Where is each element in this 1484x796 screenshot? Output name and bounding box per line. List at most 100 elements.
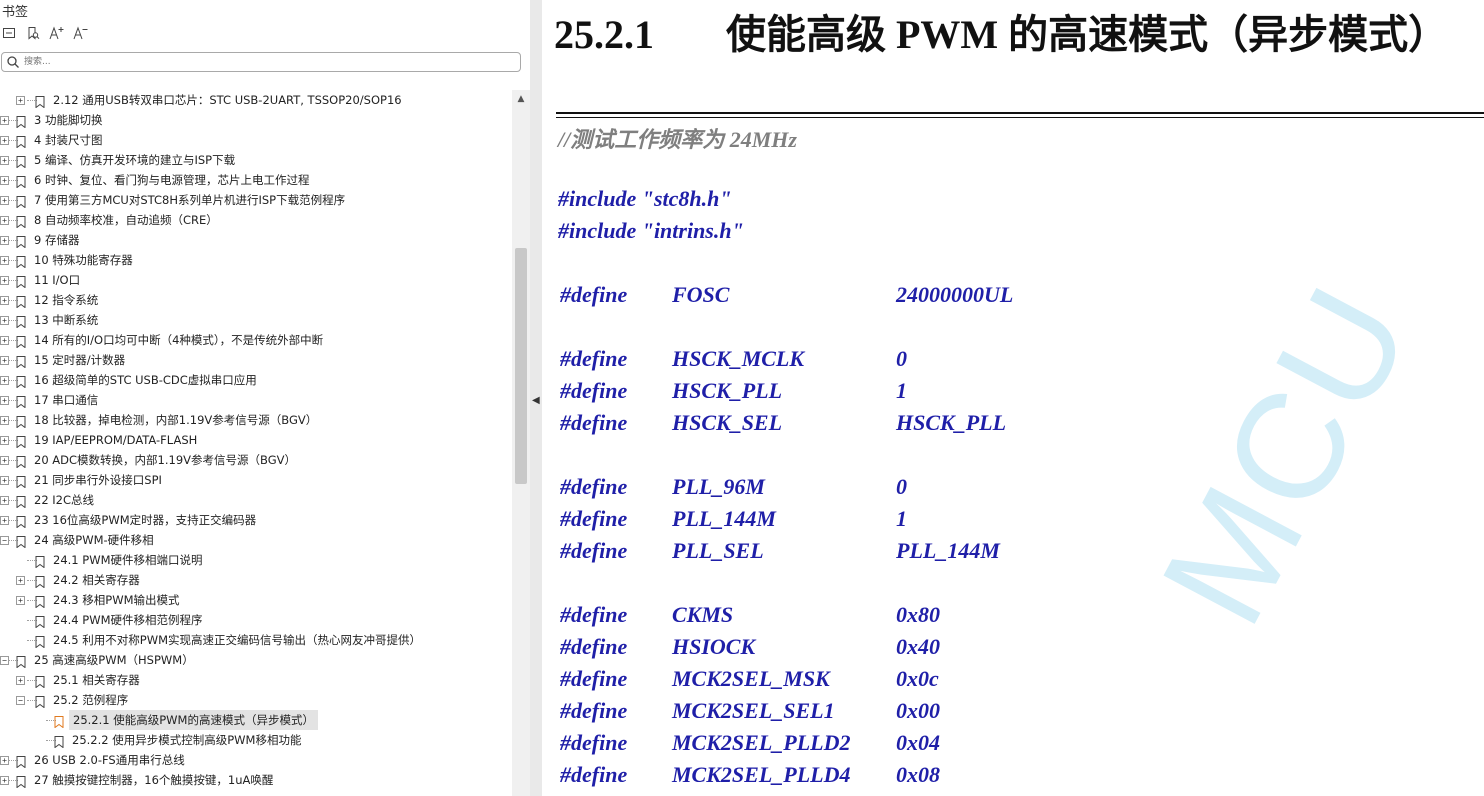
macro-name: MCK2SEL_PLLD4 <box>672 762 851 787</box>
macro-name: HSCK_PLL <box>672 378 783 403</box>
bookmark-icon <box>54 714 64 729</box>
bookmark-label: 27 触摸按键控制器，16个触摸按键，1uA唤醒 <box>34 773 274 787</box>
bookmark-search-box[interactable] <box>1 52 521 72</box>
macro-value: 24000000UL <box>896 282 1014 307</box>
bookmark-search-icon[interactable] <box>24 26 42 44</box>
bookmark-item[interactable]: +25.1 相关寄存器 <box>0 670 512 690</box>
bookmark-label: 5 编译、仿真开发环境的建立与ISP下载 <box>34 153 236 167</box>
bookmark-item[interactable]: +9 存储器 <box>0 230 512 250</box>
define-keyword: #define <box>560 634 628 659</box>
define-line: #define HSCK_SEL HSCK_PLL <box>542 410 1142 440</box>
scroll-thumb[interactable] <box>515 248 527 484</box>
bookmark-item[interactable]: +13 中断系统 <box>0 310 512 330</box>
bookmark-label: 24.4 PWM硬件移相范例程序 <box>53 613 203 627</box>
tree-scrollbar[interactable]: ▲ <box>512 90 530 796</box>
bookmark-icon <box>35 694 45 709</box>
bookmark-item[interactable]: +24.2 相关寄存器 <box>0 570 512 590</box>
document-page: MCU 25.2.1 使能高级 PWM 的高速模式（异步模式） //测试工作频率为… <box>542 0 1484 796</box>
bookmark-icon <box>16 194 26 209</box>
define-keyword: #define <box>560 378 628 403</box>
bookmark-item[interactable]: +8 自动频率校准，自动追频（CRE） <box>0 210 512 230</box>
macro-value: 0x80 <box>896 602 940 627</box>
define-keyword: #define <box>560 346 628 371</box>
expand-icon[interactable]: + <box>16 676 25 685</box>
bookmark-item[interactable]: +2.12 通用USB转双串口芯片：STC USB-2UART, TSSOP20… <box>0 90 512 110</box>
bookmark-item[interactable]: +3 功能脚切换 <box>0 110 512 130</box>
bookmark-icon <box>35 594 45 609</box>
bookmark-label: 14 所有的I/O口均可中断（4种模式），不是传统外部中断 <box>34 333 324 347</box>
macro-name: HSIOCK <box>672 634 756 659</box>
bookmark-item[interactable]: 25.2.2 使用异步模式控制高级PWM移相功能 <box>0 730 512 750</box>
bookmark-item[interactable]: +11 I/O口 <box>0 270 512 290</box>
bookmark-label: 15 定时器/计数器 <box>34 353 126 367</box>
define-keyword: #define <box>560 474 628 499</box>
define-line: #define HSCK_PLL 1 <box>542 378 1142 408</box>
bookmark-label: 7 使用第三方MCU对STC8H系列单片机进行ISP下载范例程序 <box>34 193 346 207</box>
bookmark-item[interactable]: +15 定时器/计数器 <box>0 350 512 370</box>
bookmark-item[interactable]: +27 触摸按键控制器，16个触摸按键，1uA唤醒 <box>0 770 512 790</box>
bookmark-item[interactable]: +18 比较器，掉电检测，内部1.19V参考信号源（BGV） <box>0 410 512 430</box>
bookmark-item[interactable]: +16 超级简单的STC USB-CDC虚拟串口应用 <box>0 370 512 390</box>
expand-icon[interactable]: + <box>16 596 25 605</box>
bookmark-label: 24.5 利用不对称PWM实现高速正交编码信号输出（热心网友冲哥提供） <box>53 633 421 647</box>
bookmark-item[interactable]: 24.4 PWM硬件移相范例程序 <box>0 610 512 630</box>
bookmark-item[interactable]: +20 ADC模数转换，内部1.19V参考信号源（BGV） <box>0 450 512 470</box>
expand-icon[interactable]: + <box>16 96 25 105</box>
macro-value: 1 <box>896 378 907 403</box>
define-line: #define FOSC 24000000UL <box>542 282 1142 312</box>
bookmark-label: 13 中断系统 <box>34 313 99 327</box>
bookmark-item[interactable]: 24.1 PWM硬件移相端口说明 <box>0 550 512 570</box>
expand-icon[interactable]: + <box>16 576 25 585</box>
bookmark-icon <box>16 294 26 309</box>
collapse-all-icon[interactable] <box>0 26 18 44</box>
bookmark-item[interactable]: +10 特殊功能寄存器 <box>0 250 512 270</box>
panel-splitter[interactable]: ◀ <box>530 0 542 796</box>
define-keyword: #define <box>560 602 628 627</box>
bookmark-item[interactable]: − 25.2 范例程序 <box>0 690 512 710</box>
scroll-up-icon[interactable]: ▲ <box>512 90 530 108</box>
bookmark-item[interactable]: +6 时钟、复位、看门狗与电源管理，芯片上电工作过程 <box>0 170 512 190</box>
bookmark-icon <box>16 134 26 149</box>
bookmark-item[interactable]: −25 高速高级PWM（HSPWM） <box>0 650 512 670</box>
macro-value: 0 <box>896 474 907 499</box>
bookmark-item[interactable]: +26 USB 2.0-FS通用串行总线 <box>0 750 512 770</box>
bookmark-item[interactable]: +21 同步串行外设接口SPI <box>0 470 512 490</box>
bookmark-item[interactable]: +4 封装尺寸图 <box>0 130 512 150</box>
bookmark-label: 18 比较器，掉电检测，内部1.19V参考信号源（BGV） <box>34 413 318 427</box>
bookmark-item[interactable]: 24.5 利用不对称PWM实现高速正交编码信号输出（热心网友冲哥提供） <box>0 630 512 650</box>
bookmark-item[interactable]: −24 高级PWM-硬件移相 <box>0 530 512 550</box>
font-decrease-icon[interactable] <box>72 26 90 44</box>
bookmark-item[interactable]: +5 编译、仿真开发环境的建立与ISP下载 <box>0 150 512 170</box>
bookmark-label: 3 功能脚切换 <box>34 113 103 127</box>
bookmark-icon <box>16 214 26 229</box>
define-line: #define PLL_144M 1 <box>542 506 1142 536</box>
bookmark-item[interactable]: 25.2.1 使能高级PWM的高速模式（异步模式） <box>0 710 512 730</box>
bookmark-icon <box>35 614 45 629</box>
define-keyword: #define <box>560 282 628 307</box>
bookmark-item[interactable]: +17 串口通信 <box>0 390 512 410</box>
collapse-panel-icon[interactable]: ◀ <box>532 395 540 406</box>
bookmark-icon <box>16 334 26 349</box>
bookmark-icon <box>35 674 45 689</box>
collapse-icon[interactable]: − <box>16 696 25 705</box>
bookmark-item[interactable]: +7 使用第三方MCU对STC8H系列单片机进行ISP下载范例程序 <box>0 190 512 210</box>
macro-name: HSCK_SEL <box>672 410 783 435</box>
bookmark-item[interactable]: +14 所有的I/O口均可中断（4种模式），不是传统外部中断 <box>0 330 512 350</box>
bookmark-icon <box>16 174 26 189</box>
macro-value: 0x04 <box>896 730 940 755</box>
font-increase-icon[interactable] <box>48 26 66 44</box>
define-keyword: #define <box>560 410 628 435</box>
bookmark-item[interactable]: +19 IAP/EEPROM/DATA-FLASH <box>0 430 512 450</box>
bookmark-item[interactable]: +12 指令系统 <box>0 290 512 310</box>
define-keyword: #define <box>560 762 628 787</box>
bookmark-icon <box>35 574 45 589</box>
bookmark-icon <box>35 634 45 649</box>
macro-value: HSCK_PLL <box>896 410 1007 435</box>
bookmark-item[interactable]: +22 I2C总线 <box>0 490 512 510</box>
bookmark-item[interactable]: +23 16位高级PWM定时器，支持正交编码器 <box>0 510 512 530</box>
bookmark-item[interactable]: +24.3 移相PWM输出模式 <box>0 590 512 610</box>
search-input[interactable] <box>24 54 504 69</box>
search-icon <box>6 54 20 68</box>
bookmark-label: 8 自动频率校准，自动追频（CRE） <box>34 213 218 227</box>
macro-value: 0x40 <box>896 634 940 659</box>
